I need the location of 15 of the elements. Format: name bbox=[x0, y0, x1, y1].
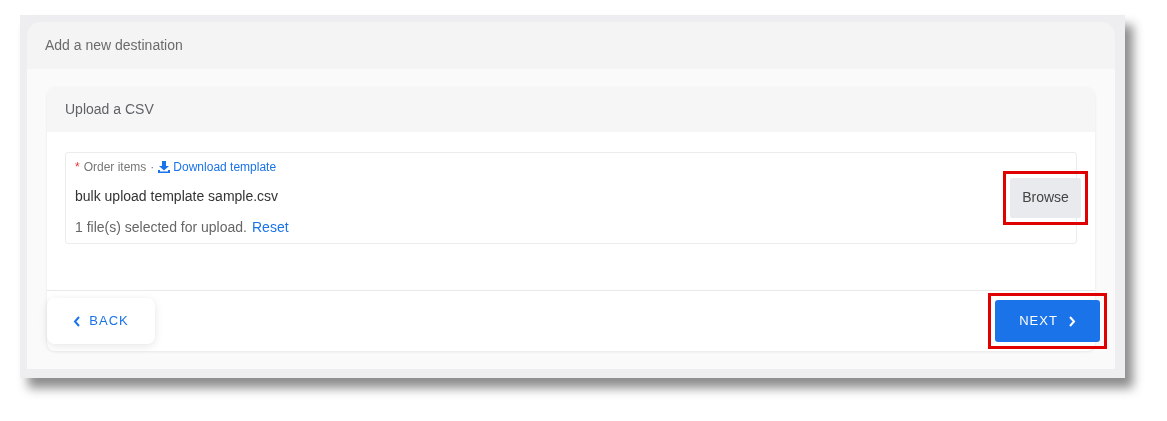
field-label: Order items bbox=[83, 158, 147, 176]
upload-status: 1 file(s) selected for upload. bbox=[75, 217, 247, 237]
download-link[interactable]: Download template bbox=[158, 157, 277, 176]
file-name: bulk upload template sample.csv bbox=[75, 186, 280, 206]
required-mark: * bbox=[75, 158, 80, 176]
panel-title: Upload a CSV bbox=[65, 99, 154, 119]
separator: · bbox=[150, 158, 155, 176]
reset-link[interactable]: Reset bbox=[252, 216, 289, 238]
browse-button[interactable]: Browse bbox=[1010, 177, 1081, 218]
back-button[interactable]: BACK bbox=[47, 298, 155, 344]
dialog-title: Add a new destination bbox=[45, 36, 183, 55]
next-button[interactable]: NEXT bbox=[995, 300, 1100, 342]
download-icon bbox=[158, 160, 171, 173]
chevron-left-icon bbox=[73, 315, 82, 327]
chevron-right-icon bbox=[1067, 315, 1076, 327]
